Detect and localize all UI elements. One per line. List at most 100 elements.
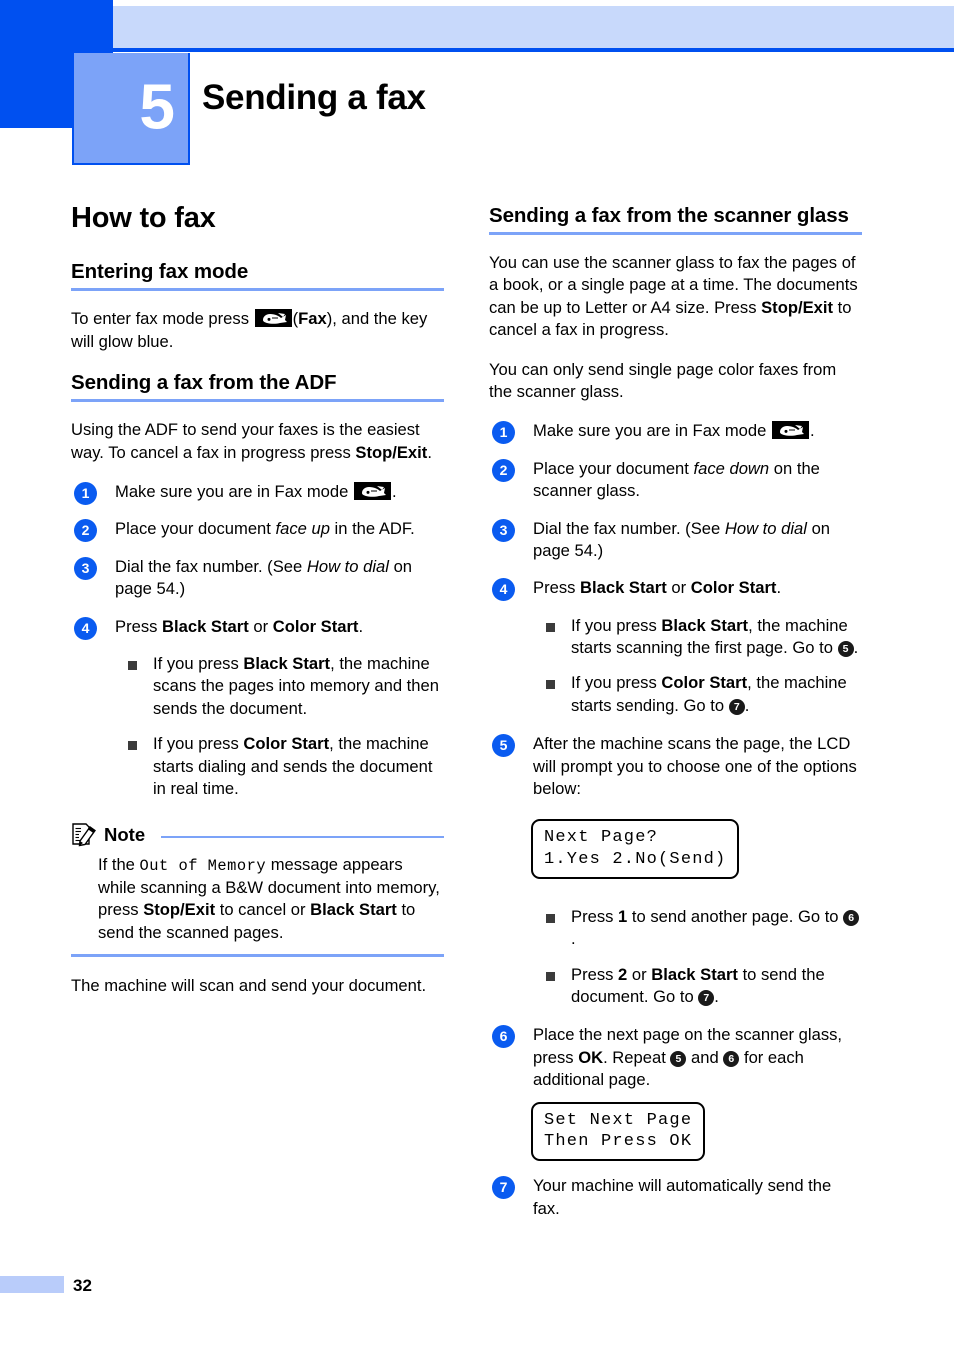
step-number: 4 xyxy=(74,616,97,640)
text-fragment: . xyxy=(776,578,782,598)
lcd-line: Next Page? xyxy=(544,828,659,848)
note-pencil-icon xyxy=(71,822,97,847)
bold-color-start: Color Start xyxy=(690,578,777,598)
chapter-number-box: 5 xyxy=(72,53,190,165)
step-item: 6 Place the next page on the scanner gla… xyxy=(489,1024,862,1091)
text-fragment: in the ADF. xyxy=(329,519,415,539)
step-text: Make sure you are in Fax mode . xyxy=(115,482,397,501)
page-title: Sending a fax xyxy=(202,78,426,117)
text-fragment: . xyxy=(744,695,750,715)
step-text: Your machine will automatically send the… xyxy=(533,1176,832,1218)
bold-black-start: Black Start xyxy=(580,578,667,598)
note-block: Note If the Out of Memory message appear… xyxy=(71,822,444,957)
step-text: Place your document face down on the sca… xyxy=(533,459,820,500)
text-fragment: . xyxy=(427,442,432,462)
scanner-glass-paragraph-2: You can only send single page color faxe… xyxy=(489,359,837,401)
bold-black-start: Black Start xyxy=(661,615,749,635)
step-text: Press Black Start or Color Start. xyxy=(533,578,781,597)
italic-cross-reference: How to dial xyxy=(724,518,807,538)
step-text: Place the next page on the scanner glass… xyxy=(533,1025,842,1089)
step-text: Dial the fax number. (See How to dial on… xyxy=(533,519,830,560)
heading-entering-fax-mode: Entering fax mode xyxy=(71,260,249,284)
text-fragment: . xyxy=(571,929,576,949)
chapter-number: 5 xyxy=(139,70,175,143)
text-fragment: If the xyxy=(98,855,140,875)
lcd-display-next-page: Next Page? 1.Yes 2.No(Send) xyxy=(531,819,740,879)
header-blue-rule xyxy=(113,48,954,52)
text-fragment: Place your document xyxy=(533,458,694,478)
note-title: Note xyxy=(104,823,146,845)
italic-fragment: face up xyxy=(275,519,330,539)
heading-underline xyxy=(71,288,444,292)
note-body: If the Out of Memory message appears whi… xyxy=(71,854,444,954)
note-header-rule xyxy=(161,835,444,839)
text-fragment: Press xyxy=(571,964,619,984)
main-heading: How to fax xyxy=(71,202,216,234)
lcd-line: 1.Yes 2.No(Send) xyxy=(544,849,727,869)
bold-stop-exit: Stop/Exit xyxy=(355,442,428,462)
note-bottom-rule xyxy=(71,954,444,957)
step-number: 2 xyxy=(492,458,515,482)
step-number: 5 xyxy=(492,734,515,758)
text-fragment: Press xyxy=(571,906,619,926)
footer-color-swatch xyxy=(0,1276,64,1293)
step-item: 2 Place your document face down on the s… xyxy=(489,458,862,503)
bold-stop-exit: Stop/Exit xyxy=(761,297,834,317)
step-text: After the machine scans the page, the LC… xyxy=(533,734,857,799)
step-item: 7 Your machine will automatically send t… xyxy=(489,1175,862,1220)
text-fragment: to cancel or xyxy=(215,900,311,920)
scanner-glass-paragraph-1: You can use the scanner glass to fax the… xyxy=(489,252,862,342)
step-item: 1 Make sure you are in Fax mode . xyxy=(71,481,444,505)
step-text: Dial the fax number. (See How to dial on… xyxy=(115,557,412,598)
list-item: If you press Color Start, the machine st… xyxy=(545,672,862,717)
bold-color-start: Color Start xyxy=(272,616,359,636)
fax-key-icon xyxy=(254,309,292,328)
bold-color-start: Color Start xyxy=(661,673,748,693)
fax-key-icon xyxy=(771,421,809,440)
bold-stop-exit: Stop/Exit xyxy=(143,900,216,920)
step-reference-badge: 5 xyxy=(670,1050,687,1067)
step-reference-badge: 5 xyxy=(837,641,854,658)
lcd-display-set-next-page: Set Next Page Then Press OK xyxy=(531,1101,706,1162)
heading-underline xyxy=(71,399,444,403)
text-fragment: or xyxy=(666,578,691,598)
header-light-bar xyxy=(113,6,954,48)
text-fragment: . xyxy=(714,987,719,1007)
list-item: If you press Black Start, the machine sc… xyxy=(127,653,444,720)
step-number: 7 xyxy=(492,1176,515,1200)
text-fragment: Make sure you are in Fax mode xyxy=(533,421,771,441)
text-fragment: Press xyxy=(533,578,581,598)
lcd-line: Then Press OK xyxy=(544,1131,693,1151)
step-text: Press Black Start or Color Start. xyxy=(115,617,363,636)
bold-color-start: Color Start xyxy=(243,734,330,754)
step-item: 1 Make sure you are in Fax mode . xyxy=(489,420,862,445)
step-item: 4 Press Black Start or Color Start. xyxy=(489,577,862,602)
heading-sending-fax-adf: Sending a fax from the ADF xyxy=(71,371,337,395)
bold-black-start: Black Start xyxy=(162,616,249,636)
text-fragment: and xyxy=(686,1047,724,1067)
step-item: 5 After the machine scans the page, the … xyxy=(489,733,862,800)
step-text: Make sure you are in Fax mode . xyxy=(533,421,815,440)
list-item: Press 1 to send another page. Go to 6. xyxy=(545,906,862,951)
step-number: 6 xyxy=(492,1025,515,1049)
step-item: 3 Dial the fax number. (See How to dial … xyxy=(71,556,444,601)
bold-fax-label: Fax xyxy=(298,309,327,329)
text-fragment: To enter fax mode press xyxy=(71,309,254,329)
text-fragment: or xyxy=(627,964,652,984)
right-column: Sending a fax from the scanner glass You… xyxy=(489,203,862,1235)
heading-sending-fax-scanner-glass: Sending a fax from the scanner glass xyxy=(489,204,849,227)
text-fragment: Make sure you are in Fax mode xyxy=(115,482,353,501)
step-reference-badge: 6 xyxy=(723,1050,740,1067)
step-number: 4 xyxy=(492,578,515,602)
step-item: 2 Place your document face up in the ADF… xyxy=(71,518,444,543)
text-fragment: . Repeat xyxy=(603,1047,671,1067)
bold-black-start: Black Start xyxy=(243,653,331,673)
text-fragment: . xyxy=(809,421,815,441)
text-fragment: . xyxy=(853,638,859,658)
list-item: If you press Color Start, the machine st… xyxy=(127,733,444,800)
bold-black-start: Black Start xyxy=(651,964,738,984)
entering-fax-mode-paragraph: To enter fax mode press (Fax), and the k… xyxy=(71,308,444,353)
step-number: 2 xyxy=(74,519,97,543)
step-number: 1 xyxy=(74,482,97,505)
note-header: Note xyxy=(71,822,444,847)
